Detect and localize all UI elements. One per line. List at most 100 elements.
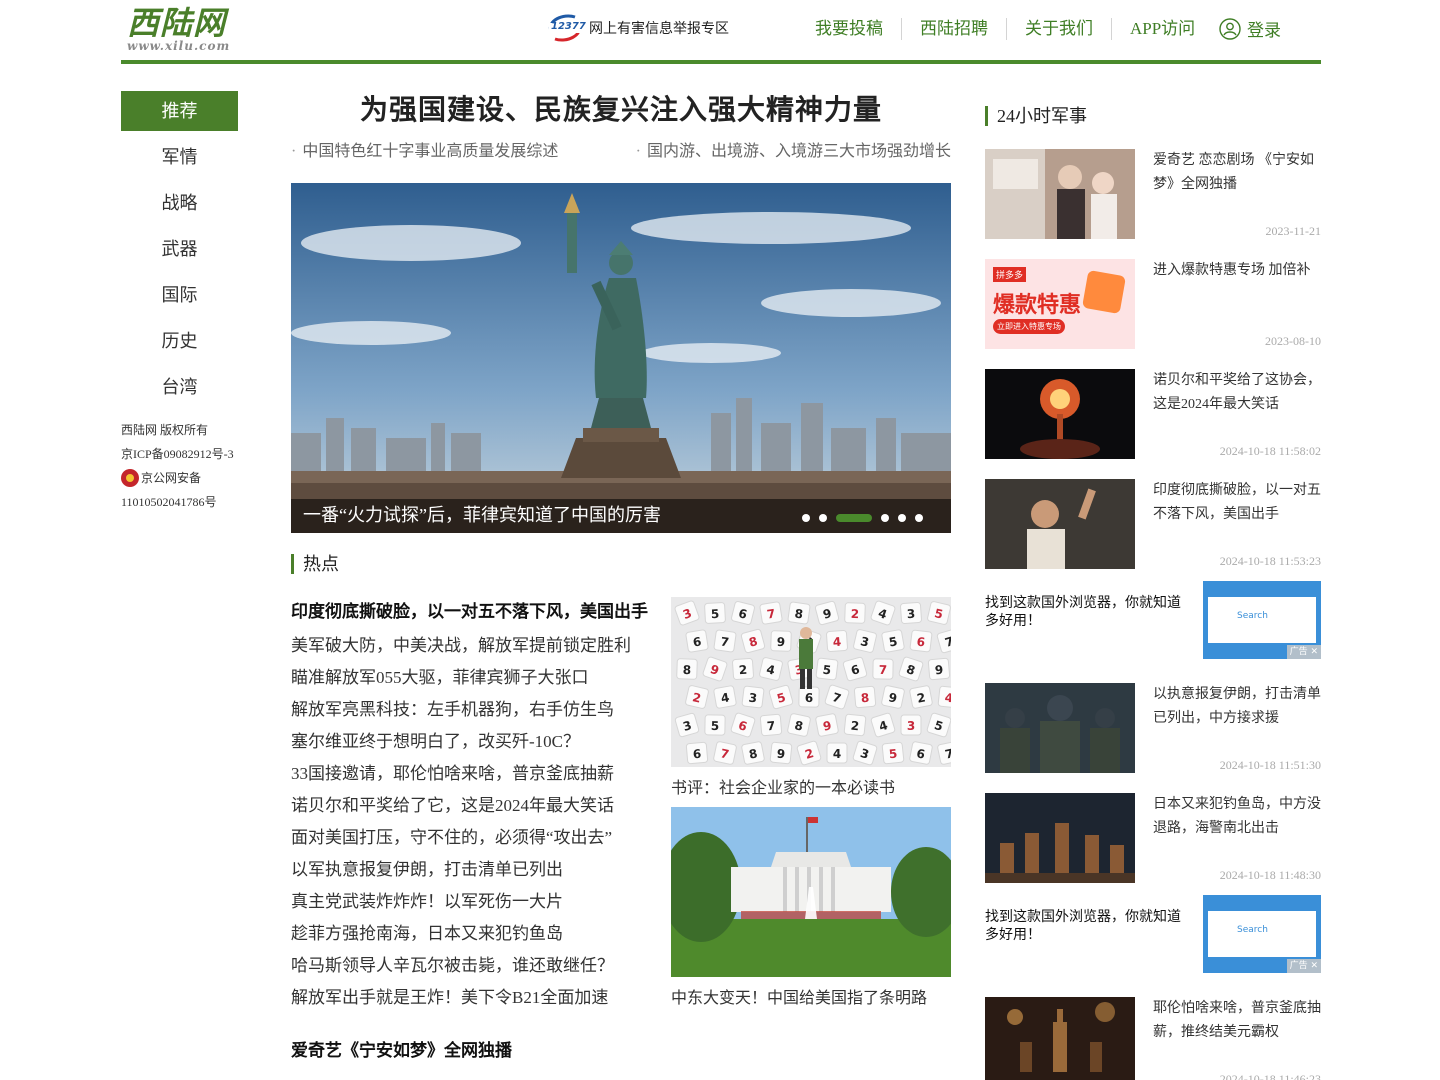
statue-of-liberty-photo	[291, 183, 951, 533]
main-headline[interactable]: 为强国建设、民族复兴注入强大精神力量	[291, 88, 951, 128]
ad-image: Search 广告 ✕	[1203, 895, 1321, 973]
right-news-date: 2024-10-18 11:58:02	[1219, 444, 1321, 458]
right-news-date: 2024-10-18 11:51:30	[1219, 758, 1321, 772]
svg-text:9: 9	[777, 635, 786, 649]
channel-international[interactable]: 国际	[121, 275, 238, 315]
ad-text: 找到这款国外浏览器，你就知道多好用！	[985, 910, 1181, 943]
ad-mark: 广告 ✕	[1286, 959, 1321, 973]
right-news-item[interactable]: 诺贝尔和平奖给了这协会，这是2024年最大笑话 2024-10-18 11:58…	[985, 369, 1321, 459]
hot-news-item[interactable]: 解放军出手就是王炸！美下令B21全面加速	[291, 982, 651, 1014]
right-news-item[interactable]: 拼多多 爆款特惠 立即进入特惠专场 进入爆款特惠专场 加倍补 2023-08-1…	[985, 259, 1321, 349]
chess-king-thumb	[985, 997, 1135, 1080]
svg-text:5: 5	[711, 607, 720, 621]
right-news-item[interactable]: 以执意报复伊朗，打击清单已列出，中方接求援 2024-10-18 11:51:3…	[985, 683, 1321, 773]
svg-text:8: 8	[860, 691, 870, 706]
hot-news-item[interactable]: 趁菲方强抢南海，日本又来犯钓鱼岛	[291, 918, 651, 950]
police-record[interactable]: 京公网安备	[121, 466, 251, 490]
slider-dot[interactable]	[898, 514, 906, 522]
right-news-date: 2023-11-21	[1265, 224, 1321, 238]
svg-text:4: 4	[832, 635, 841, 650]
hot-news-item[interactable]: 哈马斯领导人辛瓦尔被击毙，谁还敢继任？	[291, 950, 651, 982]
hot-lead-headline[interactable]: 印度彻底撕破脸，以一对五不落下风，美国出手	[291, 597, 648, 622]
right-news-title: 进入爆款特惠专场 加倍补	[1153, 263, 1311, 278]
police-badge-icon	[121, 469, 139, 487]
ad-close-icon[interactable]: ✕	[1310, 961, 1318, 971]
copyright-owner: 西陆网 版权所有	[121, 423, 209, 437]
promo-title: 爆款特惠	[993, 293, 1082, 318]
slider-dots	[793, 514, 923, 522]
ad-close-icon[interactable]: ✕	[1310, 647, 1318, 657]
police-record-number[interactable]: 11010502041786号	[121, 490, 251, 514]
channel-strategy[interactable]: 战略	[121, 183, 238, 223]
white-house-photo[interactable]	[671, 807, 951, 977]
site-header: 西陆网 www.xilu.com 12377 网上有害信息举报专区 我要投稿 西…	[121, 0, 1321, 64]
right-news-title: 印度彻底撕破脸，以一对五不落下风，美国出手	[1153, 483, 1321, 522]
slider-dot[interactable]	[836, 514, 872, 522]
svg-text:7: 7	[766, 719, 776, 734]
channel-military[interactable]: 军情	[121, 137, 238, 177]
hot-news-item[interactable]: 面对美国打压，守不住的，必须得“攻出去”	[291, 822, 651, 854]
nav-submit[interactable]: 我要投稿	[797, 18, 901, 40]
slider-dot[interactable]	[881, 514, 889, 522]
right-news-item[interactable]: 耶伦怕啥来啥，普京釜底抽薪，推终结美元霸权 2024-10-18 11:46:2…	[985, 997, 1321, 1080]
hot-lead-headline-2[interactable]: 爱奇艺《宁安如梦》全网独播	[291, 1036, 512, 1061]
channel-history[interactable]: 历史	[121, 321, 238, 361]
right-news-date: 2024-10-18 11:46:23	[1219, 1072, 1321, 1080]
hot-news-item[interactable]: 33国接邀请，耶伦怕啥来啥，普京釜底抽薪	[291, 758, 651, 790]
svg-text:4: 4	[833, 747, 841, 761]
site-logo[interactable]: 西陆网 www.xilu.com	[127, 4, 257, 56]
hot-news-item[interactable]: 真主党武装炸炸炸！以军死伤一大片	[291, 886, 651, 918]
login-label: 登录	[1247, 21, 1281, 40]
chess-thumb	[985, 793, 1135, 883]
hot-news-item[interactable]: 以军执意报复伊朗，打击清单已列出	[291, 854, 651, 886]
hot-news-list: 美军破大防，中美决战，解放军提前锁定胜利 瞄准解放军055大驱，菲律宾狮子大张口解…	[291, 630, 651, 1014]
promo-brand: 拼多多	[993, 267, 1027, 282]
soldiers-thumb	[985, 683, 1135, 773]
right-news-item[interactable]: 日本又来犯钓鱼岛，中方没退路，海警南北出击 2024-10-18 11:48:3…	[985, 793, 1321, 883]
svg-text:2: 2	[851, 607, 860, 621]
channel-weapons[interactable]: 武器	[121, 229, 238, 269]
svg-text:5: 5	[822, 663, 832, 678]
slider-caption[interactable]: 一番“火力试探”后，菲律宾知道了中国的厉害	[303, 501, 661, 527]
slider-dot[interactable]	[802, 514, 810, 522]
channel-taiwan[interactable]: 台湾	[121, 367, 238, 407]
right-news-item[interactable]: 印度彻底撕破脸，以一对五不落下风，美国出手 2024-10-18 11:53:2…	[985, 479, 1321, 569]
white-house-image	[671, 807, 951, 977]
nav-about[interactable]: 关于我们	[1006, 18, 1111, 40]
hot-news-item[interactable]: 解放军亮黑科技：左手机器狗，右手仿生鸟	[291, 694, 651, 726]
photo-slider[interactable]: 一番“火力试探”后，菲律宾知道了中国的厉害	[291, 183, 951, 533]
channel-recommend[interactable]: 推荐	[121, 91, 238, 131]
icp-number[interactable]: 京ICP备09082912号-3	[121, 442, 251, 466]
sub-headline-1[interactable]: 中国特色红十字事业高质量发展综述	[291, 137, 558, 161]
report-zone-link[interactable]: 12377 网上有害信息举报专区	[545, 10, 729, 46]
hot-news-item[interactable]: 瞄准解放军055大驱，菲律宾狮子大张口	[291, 662, 651, 694]
pic-caption-1[interactable]: 书评：社会企业家的一本必读书	[671, 774, 895, 798]
browser-ad[interactable]: 找到这款国外浏览器，你就知道多好用！ Search 广告 ✕	[985, 581, 1321, 659]
right-news-item[interactable]: 爱奇艺 恋恋剧场 《宁安如梦》全网独播 2023-11-21	[985, 149, 1321, 239]
nav-app[interactable]: APP访问	[1111, 18, 1213, 40]
pic-caption-2[interactable]: 中东大变天！中国给美国指了条明路	[671, 984, 927, 1008]
drama-poster-thumb	[985, 149, 1135, 239]
login-button[interactable]: 登录	[1219, 16, 1281, 41]
sub-headlines: 中国特色红十字事业高质量发展综述 国内游、出境游、入境游三大市场强劲增长	[291, 137, 951, 161]
browser-ad[interactable]: 找到这款国外浏览器，你就知道多好用！ Search 广告 ✕	[985, 895, 1321, 973]
hot-news-item[interactable]: 塞尔维亚终于想明白了，改买歼-10C？	[291, 726, 651, 758]
logo-main-text: 西陆网	[127, 4, 227, 42]
slider-dot[interactable]	[915, 514, 923, 522]
ad-text: 找到这款国外浏览器，你就知道多好用！	[985, 596, 1181, 629]
slider-dot[interactable]	[819, 514, 827, 522]
ad-mark-label: 广告	[1289, 961, 1308, 971]
ad-image: Search 广告 ✕	[1203, 581, 1321, 659]
dice-figure-photo[interactable]: 3567892435678924356789243567892435678924…	[671, 597, 951, 767]
svg-text:8: 8	[683, 663, 692, 677]
svg-text:5: 5	[711, 719, 720, 733]
hot-news-item[interactable]: 诺贝尔和平奖给了它，这是2024年最大笑话	[291, 790, 651, 822]
promo-cta: 立即进入特惠专场	[993, 319, 1065, 334]
nav-jobs[interactable]: 西陆招聘	[901, 18, 1006, 40]
sub-headline-2[interactable]: 国内游、出境游、入境游三大市场强劲增长	[636, 137, 951, 161]
right-news-title: 日本又来犯钓鱼岛，中方没退路，海警南北出击	[1153, 797, 1321, 836]
report-badge-icon: 12377	[545, 13, 586, 43]
svg-text:6: 6	[916, 635, 926, 650]
hot-news-item[interactable]: 美军破大防，中美决战，解放军提前锁定胜利	[291, 630, 651, 662]
svg-text:6: 6	[805, 691, 814, 705]
